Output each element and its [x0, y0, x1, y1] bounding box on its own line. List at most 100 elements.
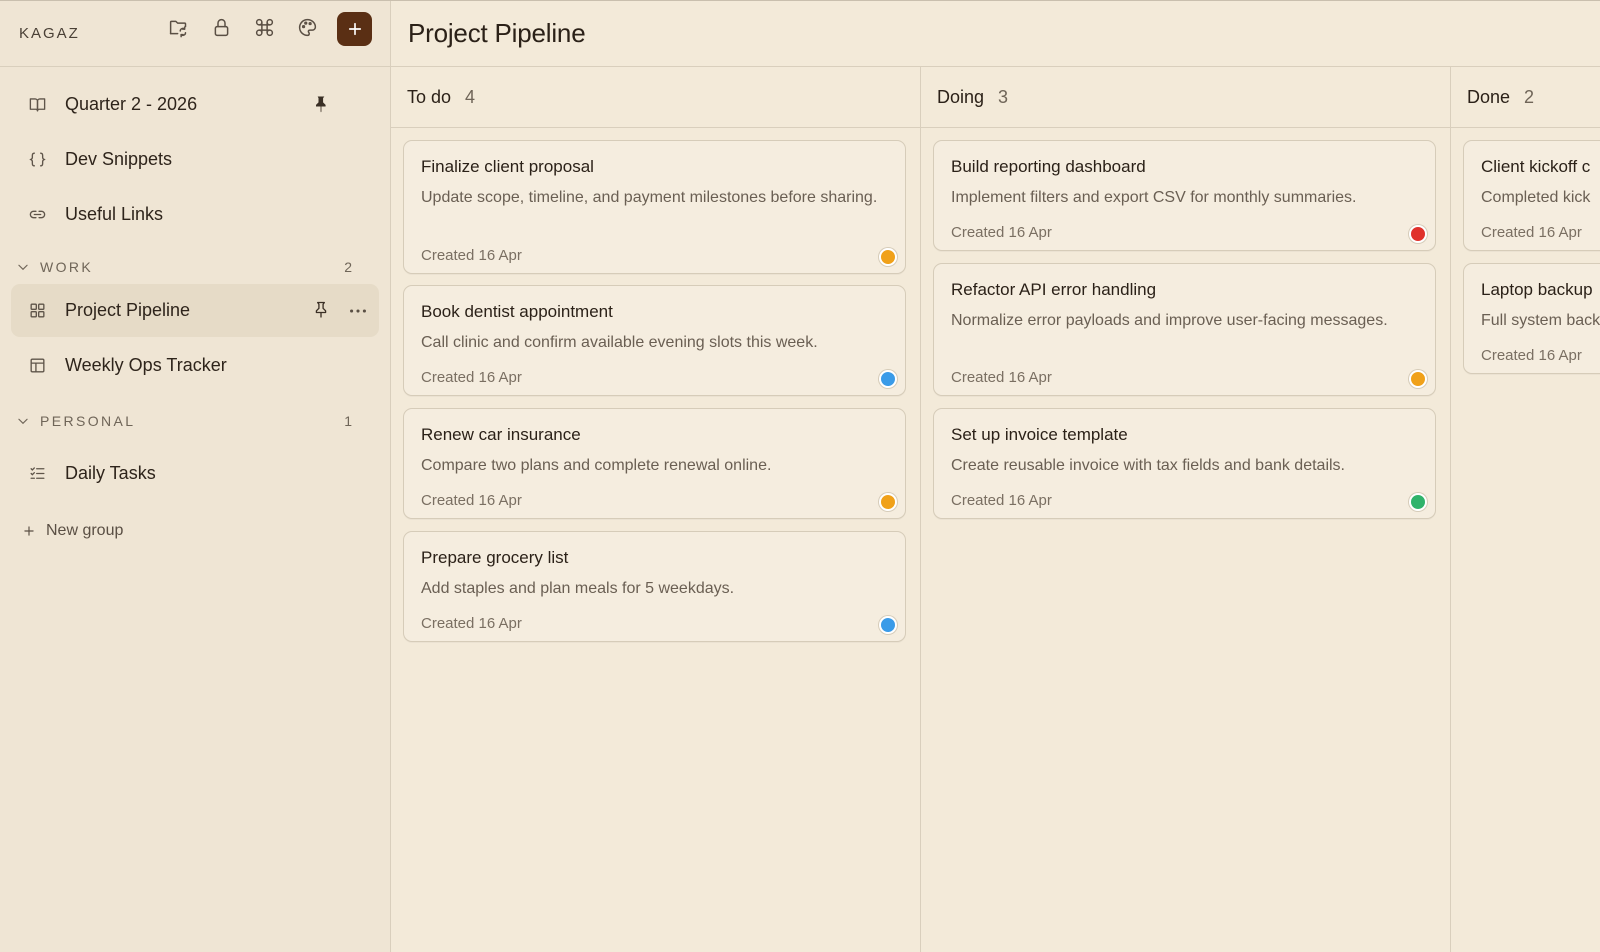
table-icon — [27, 356, 47, 376]
priority-dot[interactable] — [879, 616, 897, 634]
column-doing: Doing 3 Build reporting dashboard Implem… — [921, 67, 1451, 952]
card-title: Laptop backup — [1481, 280, 1593, 299]
command-icon[interactable] — [252, 15, 276, 39]
folder-sync-icon[interactable] — [166, 15, 190, 39]
task-card[interactable]: Book dentist appointment Call clinic and… — [403, 285, 906, 396]
card-title: Finalize client proposal — [421, 157, 594, 176]
card-description: Update scope, timeline, and payment mile… — [421, 189, 878, 206]
link-icon — [27, 205, 47, 225]
group-label: PERSONAL — [40, 413, 136, 429]
sidebar-item-quarter-2-2026[interactable]: Quarter 2 - 2026 — [11, 78, 379, 131]
card-description: Create reusable invoice with tax fields … — [951, 457, 1345, 474]
card-date: Created 16 Apr — [421, 369, 522, 386]
pin-filled-icon[interactable] — [311, 94, 331, 114]
column-title: Done — [1467, 86, 1511, 107]
column-count: 2 — [1524, 86, 1535, 107]
palette-icon[interactable] — [295, 15, 319, 39]
priority-dot[interactable] — [879, 248, 897, 266]
sidebar: KAGAZ Quarter 2 - 2026 Dev Snippets Usef… — [0, 1, 391, 952]
group-header-personal[interactable]: PERSONAL 1 — [16, 409, 352, 433]
priority-dot[interactable] — [879, 493, 897, 511]
card-description: Full system back — [1481, 312, 1600, 329]
toolbar — [166, 15, 338, 39]
task-card[interactable]: Renew car insurance Compare two plans an… — [403, 408, 906, 519]
page-header: Project Pipeline — [391, 1, 1600, 67]
card-date: Created 16 Apr — [951, 369, 1052, 386]
priority-dot[interactable] — [879, 370, 897, 388]
grid-icon — [27, 301, 47, 321]
card-date: Created 16 Apr — [951, 224, 1052, 241]
card-title: Refactor API error handling — [951, 280, 1157, 299]
group-count: 1 — [344, 413, 352, 429]
plus-icon — [348, 22, 361, 36]
card-date: Created 16 Apr — [421, 492, 522, 509]
priority-dot[interactable] — [1409, 370, 1427, 388]
more-options-icon[interactable] — [347, 300, 369, 320]
add-button[interactable] — [337, 12, 372, 46]
card-description: Call clinic and confirm available evenin… — [421, 334, 818, 351]
card-title: Client kickoff c — [1481, 157, 1591, 176]
sidebar-item-weekly-ops-tracker[interactable]: Weekly Ops Tracker — [11, 339, 379, 392]
board-area: Project Pipeline To do 4 Finalize client… — [391, 1, 1600, 952]
column-count: 4 — [465, 86, 476, 107]
lock-icon[interactable] — [209, 15, 233, 39]
chevron-down-icon — [18, 264, 28, 271]
task-card[interactable]: Set up invoice template Create reusable … — [933, 408, 1436, 519]
new-group-button[interactable]: New group — [22, 522, 123, 540]
column-done: Done 2 Client kickoff c Completed kick C… — [1451, 67, 1600, 952]
column-header: Done 2 — [1451, 67, 1600, 128]
priority-dot[interactable] — [1409, 493, 1427, 511]
card-date: Created 16 Apr — [951, 492, 1052, 509]
column-title: To do — [407, 86, 452, 107]
task-card[interactable]: Client kickoff c Completed kick Created … — [1463, 140, 1600, 251]
page-title: Project Pipeline — [408, 18, 586, 48]
task-card[interactable]: Refactor API error handling Normalize er… — [933, 263, 1436, 396]
checklist-icon — [27, 464, 47, 484]
sidebar-item-project-pipeline[interactable]: Project Pipeline — [11, 284, 379, 337]
card-title: Renew car insurance — [421, 425, 581, 444]
sidebar-item-label: Useful Links — [65, 204, 164, 224]
card-description: Compare two plans and complete renewal o… — [421, 457, 772, 474]
sidebar-item-label: Weekly Ops Tracker — [65, 355, 227, 375]
card-title: Build reporting dashboard — [951, 157, 1146, 176]
sidebar-item-label: Quarter 2 - 2026 — [65, 94, 198, 114]
card-description: Normalize error payloads and improve use… — [951, 312, 1388, 329]
priority-dot[interactable] — [1409, 225, 1427, 243]
sidebar-item-dev-snippets[interactable]: Dev Snippets — [11, 133, 379, 186]
card-date: Created 16 Apr — [1481, 224, 1582, 241]
task-card[interactable]: Prepare grocery list Add staples and pla… — [403, 531, 906, 642]
sidebar-item-label: Daily Tasks — [65, 463, 156, 483]
card-date: Created 16 Apr — [421, 247, 522, 264]
card-title: Book dentist appointment — [421, 302, 613, 321]
task-card[interactable]: Laptop backup Full system back Created 1… — [1463, 263, 1600, 374]
column-todo: To do 4 Finalize client proposal Update … — [391, 67, 921, 952]
sidebar-header: KAGAZ — [0, 1, 390, 67]
group-count: 2 — [344, 259, 352, 275]
column-header: Doing 3 — [921, 67, 1450, 128]
sidebar-item-useful-links[interactable]: Useful Links — [11, 188, 379, 241]
card-title: Prepare grocery list — [421, 548, 569, 567]
card-description: Completed kick — [1481, 189, 1591, 206]
book-icon — [27, 95, 47, 115]
group-header-work[interactable]: WORK 2 — [16, 255, 352, 279]
column-title: Doing — [937, 86, 985, 107]
card-date: Created 16 Apr — [421, 615, 522, 632]
plus-icon — [24, 526, 34, 536]
sidebar-item-label: Project Pipeline — [65, 300, 191, 320]
group-label: WORK — [40, 259, 94, 275]
task-card[interactable]: Build reporting dashboard Implement filt… — [933, 140, 1436, 251]
chevron-down-icon — [18, 418, 28, 425]
sidebar-item-daily-tasks[interactable]: Daily Tasks — [11, 447, 379, 500]
task-card[interactable]: Finalize client proposal Update scope, t… — [403, 140, 906, 274]
card-date: Created 16 Apr — [1481, 347, 1582, 364]
app-window: KAGAZ Quarter 2 - 2026 Dev Snippets Usef… — [0, 0, 1600, 952]
card-description: Implement filters and export CSV for mon… — [951, 189, 1357, 206]
column-header: To do 4 — [391, 67, 920, 128]
brand-logo: KAGAZ — [19, 25, 80, 42]
card-title: Set up invoice template — [951, 425, 1128, 444]
pin-icon[interactable] — [311, 300, 331, 320]
sidebar-item-label: Dev Snippets — [65, 149, 173, 169]
column-count: 3 — [998, 86, 1009, 107]
braces-icon — [27, 150, 47, 170]
new-group-label: New group — [46, 522, 124, 539]
